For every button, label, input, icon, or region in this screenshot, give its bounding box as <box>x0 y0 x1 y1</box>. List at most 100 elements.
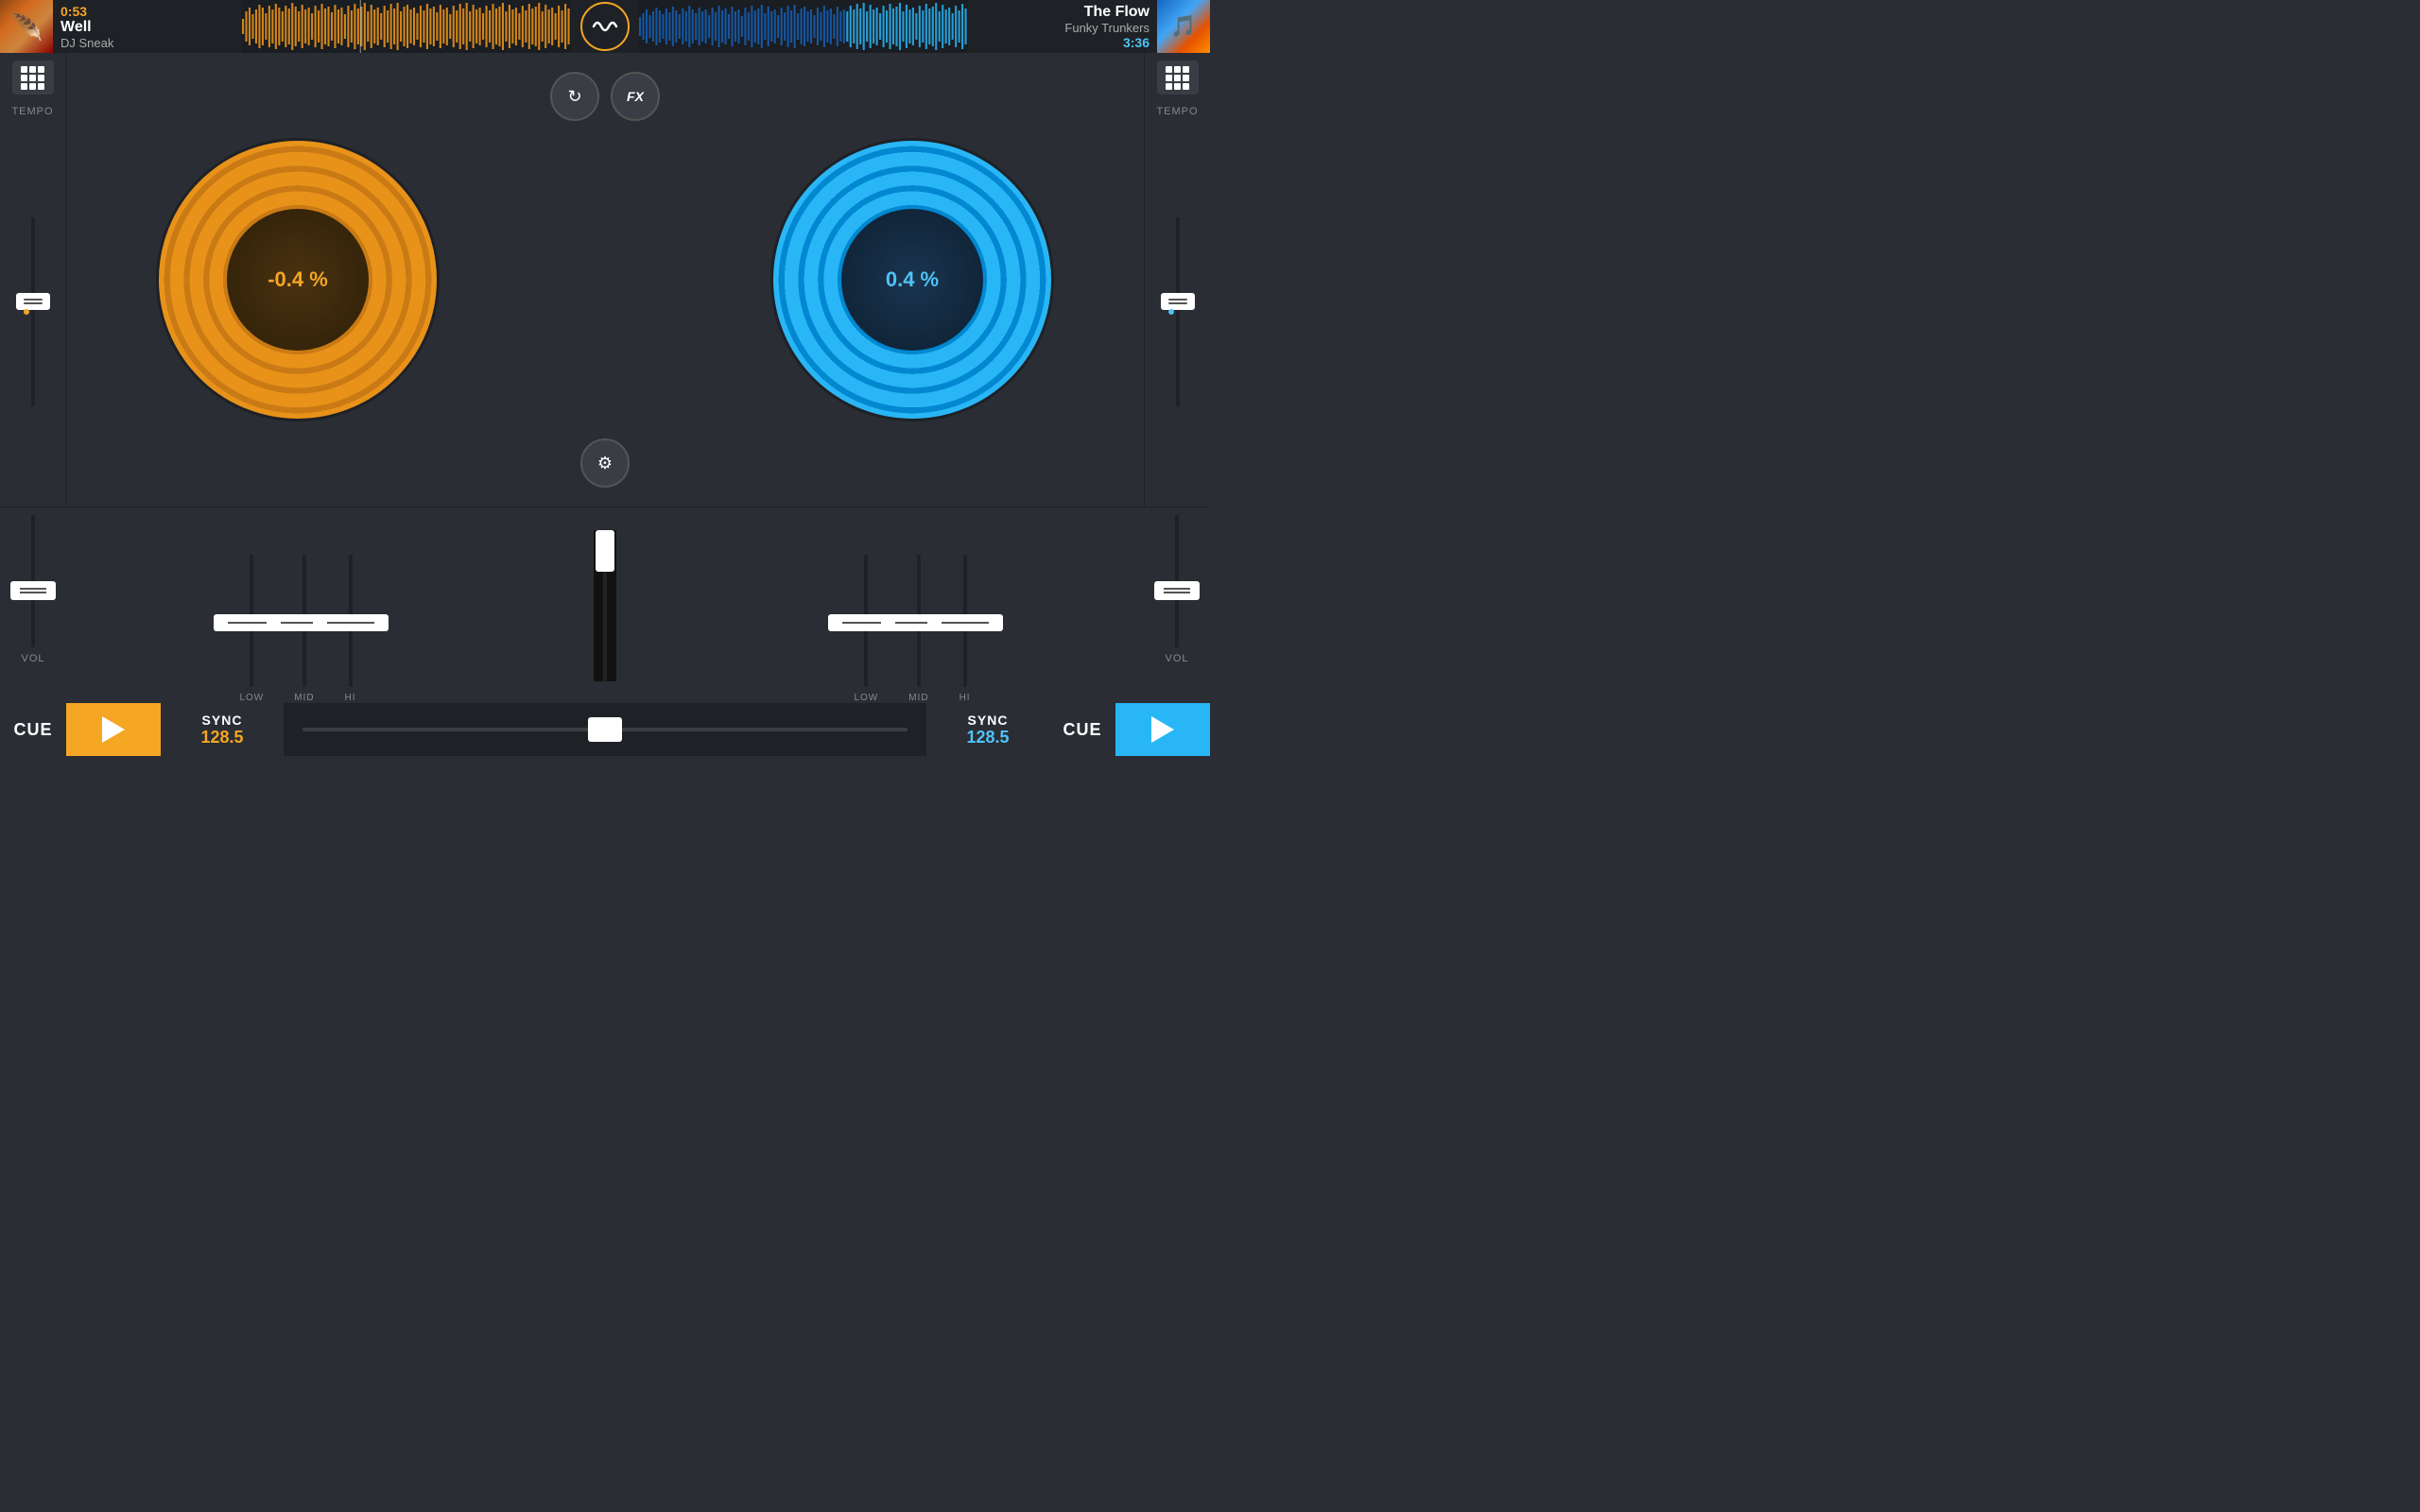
left-track-title: Well <box>60 19 234 36</box>
right-eq-group: LOW MID HI <box>681 507 1144 703</box>
right-tempo-handle[interactable] <box>1161 293 1195 310</box>
right-album-art[interactable]: 🎵 <box>1157 0 1210 53</box>
left-play-icon <box>102 716 125 743</box>
right-tempo-handle-lines <box>1168 299 1187 304</box>
bottom-controls: CUE SYNC 128.5 SYNC 128.5 CUE <box>0 703 1210 756</box>
header: 🪶 0:53 Well DJ Sneak <box>0 0 1210 53</box>
right-mid-slider[interactable]: MID <box>908 555 928 703</box>
right-low-track <box>864 555 868 687</box>
left-tempo-handle-lines <box>24 299 43 304</box>
left-eq-group: LOW MID HI <box>66 507 529 703</box>
mixer-section: VOL LOW MID <box>0 507 1210 703</box>
right-hi-handle[interactable] <box>927 614 1003 631</box>
bottom-crossfader-handle[interactable] <box>588 717 622 742</box>
left-grid-button[interactable] <box>12 60 54 94</box>
left-deck[interactable]: -0.4 % <box>66 53 529 507</box>
right-track-info: The Flow Funky Trunkers 3:36 <box>968 0 1157 54</box>
settings-button[interactable]: ⚙ <box>580 438 630 488</box>
right-low-label: LOW <box>854 693 878 703</box>
left-hi-label: HI <box>345 693 356 703</box>
left-tempo-dot <box>24 309 29 315</box>
right-tempo-slider[interactable] <box>1145 125 1210 499</box>
right-low-slider[interactable]: LOW <box>854 555 878 703</box>
left-track-artist: DJ Sneak <box>60 36 234 50</box>
left-low-track <box>250 555 253 687</box>
left-hi-handle-line <box>327 622 374 624</box>
left-vol-handle-lines <box>20 588 46 593</box>
center-controls: ↻ FX ⚙ <box>529 53 681 507</box>
left-waveform[interactable] <box>242 0 571 53</box>
left-tempo-track <box>31 217 35 406</box>
left-vol-handle[interactable] <box>10 581 56 600</box>
left-eq-sliders: LOW MID HI <box>239 555 355 703</box>
left-mid-track <box>302 555 306 687</box>
right-tempo-dot <box>1168 309 1174 315</box>
left-sync-label: SYNC <box>202 713 243 728</box>
left-turntable-center: -0.4 % <box>227 209 369 351</box>
left-album-art[interactable]: 🪶 <box>0 0 53 53</box>
bottom-crossfader-track <box>302 728 908 731</box>
right-tempo-track <box>1176 217 1180 406</box>
left-hi-handle[interactable] <box>313 614 389 631</box>
center-crossfader-col <box>529 507 681 703</box>
right-cue-button[interactable]: CUE <box>1049 703 1115 756</box>
main-deck-area: TEMPO -0.4 % <box>0 53 1210 507</box>
right-play-button[interactable] <box>1115 703 1210 756</box>
right-vol-slider[interactable]: VOL <box>1165 515 1188 696</box>
right-deck[interactable]: 0.4 % <box>681 53 1144 507</box>
left-tempo-handle[interactable] <box>16 293 50 310</box>
right-grid-button[interactable] <box>1157 60 1199 94</box>
right-eq-sliders: LOW MID HI <box>854 555 970 703</box>
right-vol-outer: VOL <box>1144 507 1210 703</box>
right-sync-button[interactable]: SYNC 128.5 <box>926 703 1049 756</box>
left-cue-button[interactable]: CUE <box>0 703 66 756</box>
left-panel: TEMPO <box>0 53 66 507</box>
left-mid-slider[interactable]: MID <box>294 555 314 703</box>
right-mid-track <box>917 555 921 687</box>
bottom-crossfader[interactable] <box>284 728 926 731</box>
left-vol-label: VOL <box>21 653 44 664</box>
right-panel: TEMPO <box>1144 53 1210 507</box>
right-sync-bpm: 128.5 <box>966 728 1009 747</box>
right-play-icon <box>1151 716 1174 743</box>
right-vol-track <box>1175 515 1179 647</box>
left-play-button[interactable] <box>66 703 161 756</box>
right-tempo-display: 0.4 % <box>886 267 939 292</box>
right-waveform[interactable] <box>639 0 968 53</box>
left-hi-track <box>349 555 353 687</box>
left-vol-outer: VOL <box>0 507 66 703</box>
right-turntable-center: 0.4 % <box>841 209 983 351</box>
deck-area: -0.4 % ↻ FX ⚙ 0.4 % <box>66 53 1144 507</box>
left-turntable[interactable]: -0.4 % <box>156 138 440 421</box>
logo-circle <box>580 2 630 51</box>
right-album-image: 🎵 <box>1157 0 1210 53</box>
right-grid-icon <box>1166 66 1189 90</box>
right-vol-label: VOL <box>1165 653 1188 664</box>
right-turntable[interactable]: 0.4 % <box>770 138 1054 421</box>
left-low-slider[interactable]: LOW <box>239 555 264 703</box>
left-tempo-slider[interactable] <box>0 125 65 499</box>
left-mid-label: MID <box>294 693 314 703</box>
right-mid-label: MID <box>908 693 928 703</box>
right-track-title: The Flow <box>1084 4 1150 21</box>
fx-button[interactable]: FX <box>611 72 660 121</box>
center-logo[interactable] <box>571 0 639 53</box>
vertical-crossfader[interactable] <box>594 530 616 681</box>
left-track-time: 0:53 <box>60 4 234 19</box>
vertical-crossfader-handle[interactable] <box>596 530 614 572</box>
left-track-info: 0:53 Well DJ Sneak <box>53 0 242 54</box>
right-hi-track <box>963 555 967 687</box>
left-tempo-display: -0.4 % <box>268 267 328 292</box>
left-album-image: 🪶 <box>0 0 53 53</box>
grid-icon <box>21 66 44 90</box>
left-sync-button[interactable]: SYNC 128.5 <box>161 703 284 756</box>
right-hi-slider[interactable]: HI <box>959 555 971 703</box>
left-vol-slider[interactable]: VOL <box>21 515 44 696</box>
sync-loop-button[interactable]: ↻ <box>550 72 599 121</box>
left-hi-slider[interactable]: HI <box>345 555 356 703</box>
right-hi-handle-line <box>942 622 989 624</box>
right-hi-label: HI <box>959 693 971 703</box>
right-vol-handle-lines <box>1164 588 1190 593</box>
left-low-label: LOW <box>239 693 264 703</box>
right-vol-handle[interactable] <box>1154 581 1200 600</box>
